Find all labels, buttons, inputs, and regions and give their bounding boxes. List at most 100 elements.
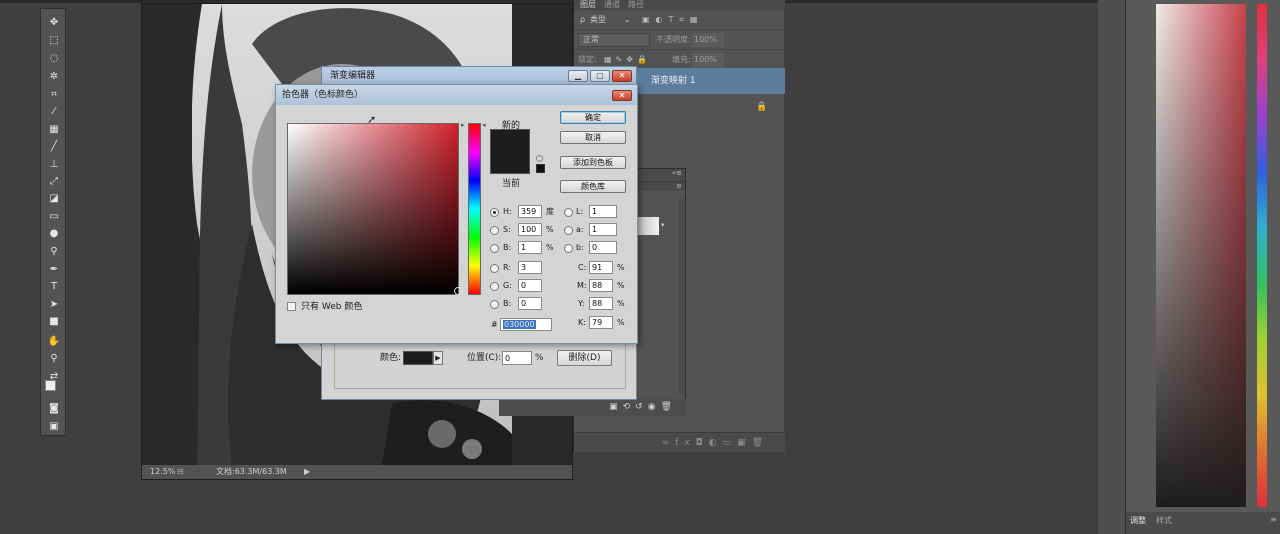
status-menu-arrow-icon[interactable]: ▶ <box>304 465 310 479</box>
hue-slider[interactable] <box>468 123 481 295</box>
cyan-input[interactable] <box>589 261 613 274</box>
web-safe-square-icon[interactable] <box>536 164 545 173</box>
yellow-input[interactable] <box>589 297 613 310</box>
current-color-swatch[interactable] <box>490 152 530 174</box>
zoom-tool-icon[interactable]: ⚲ <box>47 353 61 365</box>
hex-input[interactable]: 030000 <box>500 318 552 331</box>
hue-slider-arrow-right-icon[interactable]: ◂ <box>482 121 486 129</box>
path-selection-tool-icon[interactable]: ➤ <box>47 299 61 311</box>
brightness-radio[interactable] <box>490 244 499 253</box>
close-button[interactable]: ✕ <box>612 90 632 101</box>
layers-panel-footer-icons[interactable]: ∞fx◘◐▭▣🗑 <box>574 432 785 452</box>
close-button[interactable]: ✕ <box>612 70 632 82</box>
tab-channels[interactable]: 通道 <box>604 0 620 10</box>
hex-value: 030000 <box>503 320 536 329</box>
lab-b-input[interactable] <box>589 241 617 254</box>
filter-type-icons[interactable]: ▣◐T⌗▦ <box>642 10 704 30</box>
lab-a-input[interactable] <box>589 223 617 236</box>
stop-color-swatch[interactable] <box>403 351 433 365</box>
layer-filter-row: ρ 类型 ⌄ ▣◐T⌗▦ <box>574 10 785 30</box>
layer-row-gradient-map[interactable]: 渐变映射 1 <box>637 68 785 94</box>
panel-collapse-icon[interactable]: «≡ <box>635 169 685 181</box>
brightness-input[interactable] <box>518 241 542 254</box>
gradient-editor-titlebar[interactable]: 渐变编辑器 <box>322 67 636 85</box>
crop-tool-icon[interactable]: ⌗ <box>47 89 61 101</box>
minimize-button[interactable]: ▁ <box>568 70 588 82</box>
dodge-tool-icon[interactable]: ⚲ <box>47 246 61 258</box>
rectangle-tool-icon[interactable]: ■ <box>47 316 61 328</box>
black-input[interactable] <box>589 316 613 329</box>
magenta-input[interactable] <box>589 279 613 292</box>
red-label: R: <box>503 263 512 272</box>
lab-a-label: a: <box>576 225 584 234</box>
saturation-brightness-field[interactable] <box>287 123 459 295</box>
pen-tool-icon[interactable]: ✒ <box>47 264 61 276</box>
hue-input[interactable] <box>518 205 542 218</box>
filter-dropdown-icon[interactable]: ⌄ <box>624 10 631 30</box>
type-tool-icon[interactable]: T <box>47 281 61 293</box>
kind-filter-select[interactable]: 类型 <box>590 10 606 30</box>
foreground-color-swatch[interactable] <box>45 380 56 391</box>
fill-field[interactable]: 100% <box>692 53 724 67</box>
stop-color-menu-arrow-icon[interactable]: ▶ <box>433 351 443 365</box>
out-of-gamut-cube-icon[interactable]: ⬡ <box>536 154 543 163</box>
clone-stamp-tool-icon[interactable]: ⊥ <box>47 159 61 171</box>
stop-location-input[interactable] <box>502 351 532 365</box>
green-radio[interactable] <box>490 282 499 291</box>
color-field-marker[interactable] <box>454 287 462 295</box>
saturation-input[interactable] <box>518 223 542 236</box>
lasso-tool-icon[interactable]: ◌ <box>47 53 61 65</box>
quick-mask-icon[interactable]: ◙ <box>47 403 61 415</box>
color-libraries-button[interactable]: 颜色库 <box>560 180 626 193</box>
saturation-radio[interactable] <box>490 226 499 235</box>
adjustments-panel-tabs: 调整 样式 ≡ <box>1126 512 1280 534</box>
healing-brush-tool-icon[interactable]: ▦ <box>47 124 61 136</box>
color-picker-titlebar[interactable]: 拾色器（色标颜色） <box>276 85 637 105</box>
tab-paths[interactable]: 路径 <box>628 0 644 10</box>
marquee-tool-icon[interactable]: ⬚ <box>47 35 61 47</box>
hue-radio[interactable] <box>490 208 499 217</box>
red-input[interactable] <box>518 261 542 274</box>
green-input[interactable] <box>518 279 542 292</box>
tab-adjustments[interactable]: 调整 <box>1130 515 1146 526</box>
panel-menu-icon[interactable]: ≡ <box>1270 515 1277 524</box>
maximize-button[interactable]: ▢ <box>590 70 610 82</box>
eyedropper-tool-icon[interactable]: ⁄ <box>47 106 61 118</box>
lab-l-radio[interactable] <box>564 208 573 217</box>
move-tool-icon[interactable]: ✥ <box>47 17 61 29</box>
delete-stop-button[interactable]: 删除(D) <box>557 350 612 366</box>
brush-tool-icon[interactable]: ╱ <box>47 141 61 153</box>
web-colors-only-option[interactable]: 只有 Web 颜色 <box>287 301 427 313</box>
cancel-button[interactable]: 取消 <box>560 131 626 144</box>
hue-slider-arrow-left-icon[interactable]: ▸ <box>461 121 465 129</box>
add-to-swatches-button[interactable]: 添加到色板 <box>560 156 626 169</box>
tab-layers[interactable]: 图层 <box>580 0 596 10</box>
blue-input[interactable] <box>518 297 542 310</box>
panel-scrollbar[interactable] <box>679 199 685 395</box>
blue-radio[interactable] <box>490 300 499 309</box>
lab-a-radio[interactable] <box>564 226 573 235</box>
web-colors-checkbox[interactable] <box>287 302 296 311</box>
red-radio[interactable] <box>490 264 499 273</box>
lab-l-input[interactable] <box>589 205 617 218</box>
gradient-tool-icon[interactable]: ▭ <box>47 211 61 223</box>
eraser-tool-icon[interactable]: ◪ <box>47 193 61 205</box>
gradient-dropdown-icon[interactable]: ▾ <box>661 221 665 229</box>
ok-button[interactable]: 确定 <box>560 111 626 124</box>
blend-mode-select[interactable]: 正常 <box>578 33 650 47</box>
opacity-field[interactable]: 100% <box>692 33 724 47</box>
panel-menu-icon[interactable]: ≡ <box>635 181 685 191</box>
blur-tool-icon[interactable]: ● <box>47 228 61 240</box>
screen-mode-icon[interactable]: ▣ <box>47 421 61 433</box>
zoom-level[interactable]: 12.5% <box>150 465 175 479</box>
hue-spectrum-slider[interactable] <box>1257 4 1267 507</box>
gradient-preview-swatch[interactable] <box>637 217 659 235</box>
color-spectrum-field[interactable] <box>1156 4 1246 507</box>
history-brush-tool-icon[interactable]: ⤢ <box>47 176 61 188</box>
lab-l-label: L: <box>576 207 584 216</box>
hand-tool-icon[interactable]: ✋ <box>47 336 61 348</box>
tab-styles[interactable]: 样式 <box>1156 515 1172 526</box>
properties-footer-icons[interactable]: ▣⟲↺◉🗑 <box>499 399 687 416</box>
lab-b-radio[interactable] <box>564 244 573 253</box>
magic-wand-tool-icon[interactable]: ✲ <box>47 71 61 83</box>
